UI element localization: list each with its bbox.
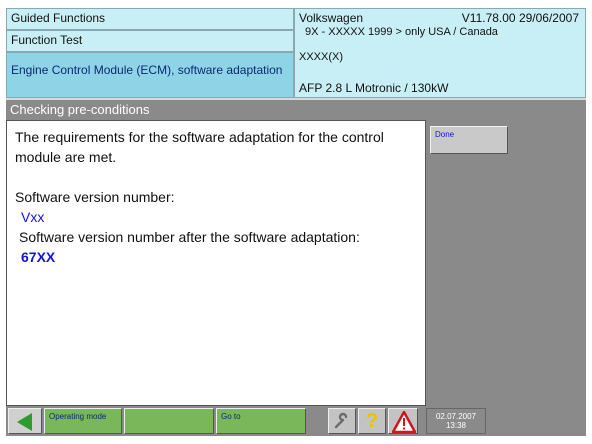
- time-label: 13:38: [445, 421, 467, 430]
- done-button[interactable]: Done: [430, 126, 508, 154]
- warning-button[interactable]: [388, 408, 418, 434]
- date-label: 02.07.2007: [435, 412, 477, 421]
- help-button[interactable]: ?: [358, 408, 386, 434]
- tools-button[interactable]: [328, 408, 356, 434]
- blank-green-button[interactable]: [124, 408, 214, 434]
- vehicle-scope: 9X - XXXXX 1999 > only USA / Canada: [305, 26, 498, 38]
- date-time-display: 02.07.2007 13:38: [426, 408, 486, 434]
- requirements-message: The requirements for the software adapta…: [15, 129, 384, 165]
- app-frame: Guided Functions Function Test Engine Co…: [6, 8, 586, 436]
- back-arrow-icon: [17, 413, 32, 431]
- help-icon: ?: [365, 410, 379, 432]
- vehicle-info-panel: Volkswagen V11.78.00 29/06/2007 9X - XXX…: [294, 8, 586, 98]
- version-value: Vxx: [21, 209, 45, 225]
- warning-icon: [392, 411, 416, 433]
- function-test-label: Function Test: [6, 30, 294, 52]
- after-adaptation-value: 67XX: [21, 249, 56, 265]
- side-button-panel: Done: [426, 120, 586, 406]
- guided-functions-label: Guided Functions: [6, 8, 294, 30]
- back-button[interactable]: [8, 408, 42, 434]
- software-version: V11.78.00 29/06/2007: [461, 11, 579, 25]
- wrench-icon: [334, 412, 348, 429]
- content-area: The requirements for the software adapta…: [6, 120, 426, 406]
- go-to-button[interactable]: Go to: [216, 408, 306, 434]
- engine-info: AFP 2.8 L Motronic / 130kW: [299, 81, 449, 95]
- bottom-toolbar: Operating mode Go to ? 02.07.2007 13:38: [6, 406, 586, 436]
- vehicle-make: Volkswagen: [299, 11, 364, 25]
- vehicle-code: XXXX(X): [299, 51, 344, 63]
- after-adaptation-label: Software version number after the softwa…: [19, 229, 360, 245]
- operating-mode-button[interactable]: Operating mode: [44, 408, 122, 434]
- section-title: Checking pre-conditions: [6, 100, 586, 120]
- version-label: Software version number:: [15, 189, 175, 205]
- module-title: Engine Control Module (ECM), software ad…: [6, 52, 294, 98]
